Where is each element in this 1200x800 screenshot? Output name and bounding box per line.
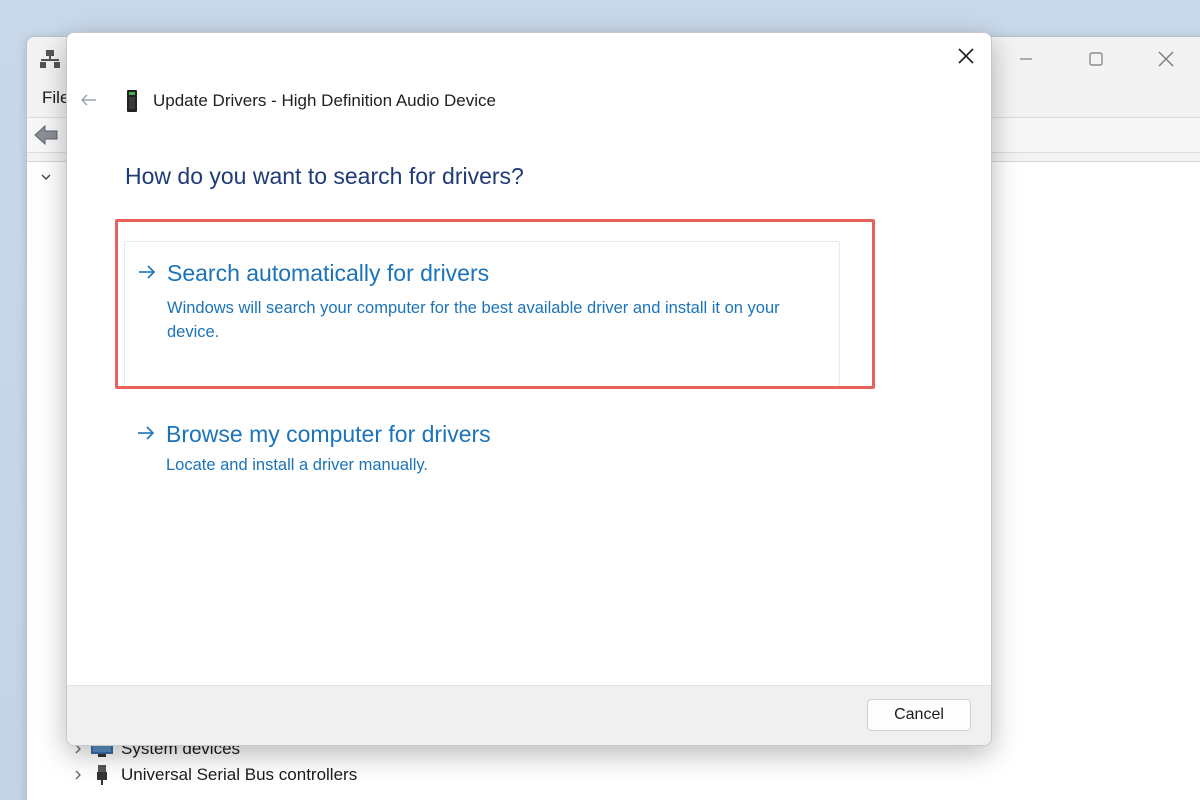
right-arrow-icon bbox=[137, 264, 159, 284]
option-description: Locate and install a driver manually. bbox=[166, 456, 429, 474]
option-description: Windows will search your computer for th… bbox=[167, 299, 780, 341]
dialog-question-heading: How do you want to search for drivers? bbox=[125, 163, 524, 189]
tree-root-chevron-icon[interactable] bbox=[39, 170, 53, 189]
update-drivers-dialog: Update Drivers - High Definition Audio D… bbox=[66, 32, 992, 746]
audio-device-icon bbox=[125, 89, 141, 113]
browse-computer-option[interactable]: Browse my computer for drivers Locate an… bbox=[124, 421, 838, 485]
option-title: Search automatically for drivers bbox=[167, 260, 490, 286]
minimize-icon bbox=[1020, 58, 1032, 60]
minimize-button[interactable] bbox=[991, 37, 1061, 81]
maximize-button[interactable] bbox=[1061, 37, 1131, 81]
usb-plug-icon bbox=[89, 764, 115, 786]
device-manager-icon bbox=[39, 49, 61, 69]
dialog-title: Update Drivers - High Definition Audio D… bbox=[153, 91, 496, 110]
option-title: Browse my computer for drivers bbox=[166, 421, 491, 447]
dialog-close-button[interactable] bbox=[947, 41, 985, 71]
back-arrow-icon bbox=[34, 124, 58, 146]
maximize-icon bbox=[1089, 52, 1103, 66]
close-icon bbox=[958, 48, 974, 64]
dialog-footer: Cancel bbox=[67, 685, 991, 745]
chevron-right-icon bbox=[67, 769, 89, 781]
tree-item-usb-controllers[interactable]: Universal Serial Bus controllers bbox=[67, 763, 357, 787]
dialog-back-button[interactable] bbox=[77, 89, 101, 111]
dialog-header: Update Drivers - High Definition Audio D… bbox=[125, 89, 496, 113]
tree-item-label: Universal Serial Bus controllers bbox=[121, 765, 358, 784]
back-arrow-icon bbox=[81, 94, 96, 106]
toolbar-back-button[interactable] bbox=[33, 124, 59, 151]
search-automatically-option[interactable]: Search automatically for drivers Windows… bbox=[124, 241, 840, 387]
cancel-button[interactable]: Cancel bbox=[867, 699, 971, 731]
right-arrow-icon bbox=[136, 425, 158, 445]
close-icon bbox=[1158, 51, 1174, 67]
window-close-button[interactable] bbox=[1131, 37, 1200, 81]
